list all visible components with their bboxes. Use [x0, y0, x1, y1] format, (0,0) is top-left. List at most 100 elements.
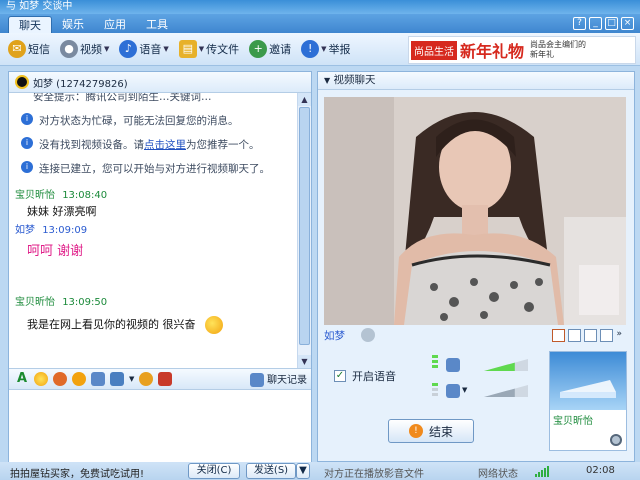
- message-time: 13:09:50: [62, 297, 108, 308]
- send-options-chevron-icon[interactable]: ▼: [296, 463, 310, 479]
- audio-toggle[interactable]: ✓ 开启语音: [334, 368, 396, 384]
- image-icon[interactable]: [91, 372, 105, 386]
- contact-name[interactable]: 如梦 (1274279826): [33, 75, 128, 90]
- tab-chat[interactable]: 聊天: [8, 16, 52, 33]
- video-control-icons: »: [552, 328, 622, 342]
- sms-button[interactable]: ✉ 短信: [8, 40, 50, 58]
- snapshot-icon[interactable]: [584, 328, 598, 342]
- message-input[interactable]: [9, 390, 311, 462]
- home-icon[interactable]: [552, 328, 566, 342]
- scroll-down-icon[interactable]: ▼: [298, 355, 311, 368]
- maximize-button[interactable]: □: [605, 17, 618, 30]
- camera-icon[interactable]: [361, 328, 375, 342]
- report-icon: !: [301, 40, 320, 58]
- chevron-down-icon[interactable]: ▼: [199, 45, 204, 53]
- format-toolbar: A ▼ 聊天记录: [9, 368, 311, 390]
- speaker-icon[interactable]: [446, 358, 460, 372]
- ad-subtext: 尚品会主编们的新年礼: [530, 40, 587, 59]
- camera-icon[interactable]: [610, 434, 622, 446]
- contact-header: 如梦 (1274279826): [9, 72, 311, 93]
- info-icon: i: [21, 113, 33, 125]
- ad-headline: 新年礼物: [460, 42, 525, 61]
- history-label: 聊天记录: [267, 375, 307, 386]
- remote-name[interactable]: 如梦: [324, 328, 345, 343]
- record-icon[interactable]: [600, 328, 614, 342]
- click-here-link[interactable]: 点击这里: [144, 139, 186, 151]
- emoji-icon[interactable]: [34, 372, 48, 386]
- video-controls: 如梦 »: [324, 326, 626, 344]
- video-panel-header: ▼ 视频聊天: [318, 72, 634, 90]
- magic-emoji-icon[interactable]: [53, 372, 67, 386]
- end-video-button[interactable]: ! 结束: [388, 419, 474, 443]
- collapse-icon[interactable]: ▼: [324, 76, 330, 85]
- history-icon: [249, 373, 264, 387]
- system-message: i 对方状态为忙碌，可能无法回复您的消息。: [21, 113, 293, 128]
- system-message-text: 为您推荐一个。: [186, 139, 260, 151]
- smile-emoji-icon: [205, 316, 223, 334]
- send-file-button[interactable]: ▤ ▼ 传文件: [178, 40, 240, 58]
- scroll-up-icon[interactable]: ▲: [298, 93, 311, 106]
- help-button[interactable]: ?: [573, 17, 586, 30]
- message-meta: 宝贝昕怡 13:09:50: [15, 293, 293, 308]
- system-message: i 连接已建立，您可以开始与对方进行视频聊天了。: [21, 161, 293, 176]
- speaker-level-indicator: [432, 383, 438, 396]
- tab-apps[interactable]: 应用: [94, 16, 136, 33]
- sender-name[interactable]: 宝贝昕怡: [15, 190, 55, 201]
- chat-history-button[interactable]: 聊天记录: [249, 371, 307, 387]
- chevron-down-icon[interactable]: ▼: [104, 45, 109, 53]
- chevron-down-icon[interactable]: ▼: [462, 386, 467, 394]
- chevron-down-icon[interactable]: ▼: [163, 45, 168, 53]
- gift-icon[interactable]: [158, 372, 173, 386]
- menu-bar: 聊天 娱乐 应用 工具 ? _ □ ×: [0, 14, 640, 33]
- video-panel-title: 视频聊天: [333, 74, 376, 86]
- microphone-icon: ♪: [119, 40, 138, 58]
- voice-button[interactable]: ♪ 语音 ▼: [119, 40, 169, 58]
- microphone-icon[interactable]: [446, 384, 460, 398]
- font-icon[interactable]: A: [15, 372, 29, 386]
- sender-name[interactable]: 宝贝昕怡: [15, 297, 55, 308]
- report-label: 举报: [328, 43, 351, 56]
- shake-icon[interactable]: [72, 372, 86, 386]
- ad-tag: 尚品生活: [411, 40, 457, 60]
- invite-button[interactable]: + 邀请: [249, 40, 291, 58]
- send-button[interactable]: 发送(S): [246, 463, 296, 479]
- audio-label: 开启语音: [352, 370, 396, 383]
- tab-tools[interactable]: 工具: [136, 16, 178, 33]
- sender-name[interactable]: 如梦: [15, 225, 35, 236]
- chevron-down-icon[interactable]: ▼: [321, 45, 326, 53]
- close-window-button[interactable]: ×: [621, 17, 634, 30]
- promo-link[interactable]: 拍拍屋钻买家，免费试吃试用!: [10, 465, 144, 480]
- video-button[interactable]: ● 视频 ▼: [60, 40, 109, 58]
- send-file-label: 传文件: [206, 43, 240, 56]
- truncated-line: 安全提示：腾讯公司到陌生…关键词…: [33, 93, 212, 103]
- message-text: 我是在网上看见你的视频的 很兴奋: [27, 318, 196, 331]
- chat-history[interactable]: 安全提示：腾讯公司到陌生…关键词… i 对方状态为忙碌，可能无法回复您的消息。 …: [9, 93, 299, 368]
- scroll-thumb[interactable]: [299, 107, 310, 345]
- music-icon[interactable]: [139, 372, 154, 386]
- minimize-button[interactable]: _: [589, 17, 602, 30]
- close-button[interactable]: 关闭(C): [188, 463, 240, 479]
- speaker-volume-slider[interactable]: [484, 359, 528, 371]
- info-icon: i: [21, 137, 33, 149]
- system-message: 安全提示：腾讯公司到陌生…关键词…: [21, 93, 293, 104]
- sms-icon: ✉: [8, 40, 26, 58]
- grid-view-icon[interactable]: [568, 328, 582, 342]
- self-preview[interactable]: 宝贝昕怡: [549, 351, 627, 451]
- mic-level-indicator: [432, 355, 438, 368]
- message-meta: 宝贝昕怡 13:08:40: [15, 186, 293, 201]
- tab-entertainment[interactable]: 娱乐: [52, 16, 94, 33]
- report-button[interactable]: ! ▼ 举报: [301, 40, 351, 58]
- expand-icon[interactable]: »: [616, 329, 622, 342]
- chevron-down-icon[interactable]: ▼: [129, 375, 134, 383]
- message-time: 13:08:40: [62, 190, 108, 201]
- chat-scrollbar[interactable]: ▲ ▼: [297, 93, 311, 368]
- screenshot-icon[interactable]: [110, 372, 124, 386]
- remote-video[interactable]: [324, 97, 626, 325]
- camera-icon: ●: [60, 40, 78, 58]
- window-title: 与 如梦 交谈中: [0, 0, 640, 14]
- system-message: i 没有找到视频设备。请点击这里为您推荐一个。: [21, 137, 293, 152]
- mic-volume-slider[interactable]: [484, 385, 528, 397]
- ad-banner[interactable]: 尚品生活 新年礼物 尚品会主编们的新年礼: [408, 36, 636, 64]
- audio-checkbox[interactable]: ✓: [334, 370, 346, 382]
- info-icon: i: [21, 161, 33, 173]
